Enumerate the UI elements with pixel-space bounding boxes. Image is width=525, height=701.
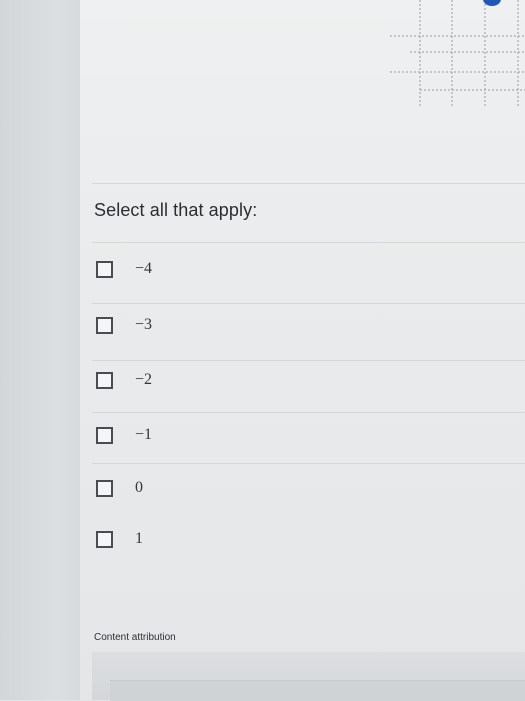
checkbox[interactable] bbox=[96, 371, 113, 389]
checkbox[interactable] bbox=[96, 316, 113, 334]
choice-label: −2 bbox=[135, 371, 153, 388]
choice-option[interactable]: −2 bbox=[96, 369, 152, 391]
checkbox[interactable] bbox=[96, 260, 113, 278]
choice-option[interactable]: −3 bbox=[96, 314, 152, 336]
content-attribution-link[interactable]: Content attribution bbox=[94, 632, 176, 643]
footer-edge bbox=[110, 680, 525, 701]
divider bbox=[92, 303, 525, 304]
divider bbox=[92, 183, 525, 184]
graph-thumbnail[interactable] bbox=[390, 0, 525, 112]
choice-label: −3 bbox=[135, 316, 153, 333]
graph-grid-icon bbox=[390, 0, 525, 108]
choice-option[interactable]: −4 bbox=[96, 258, 152, 280]
choice-option[interactable]: 1 bbox=[96, 528, 143, 550]
choice-label: 0 bbox=[135, 479, 143, 496]
divider bbox=[92, 463, 525, 464]
question-prompt: Select all that apply: bbox=[94, 200, 258, 220]
choice-label: −4 bbox=[135, 260, 153, 277]
divider bbox=[92, 360, 525, 361]
checkbox[interactable] bbox=[96, 479, 113, 497]
choice-label: −1 bbox=[135, 426, 153, 443]
divider bbox=[92, 412, 525, 413]
divider bbox=[92, 242, 525, 243]
left-margin bbox=[0, 0, 80, 700]
choice-label: 1 bbox=[135, 530, 143, 547]
checkbox[interactable] bbox=[96, 530, 113, 548]
checkbox[interactable] bbox=[96, 426, 113, 444]
choice-option[interactable]: −1 bbox=[96, 424, 152, 446]
choice-option[interactable]: 0 bbox=[96, 477, 143, 499]
